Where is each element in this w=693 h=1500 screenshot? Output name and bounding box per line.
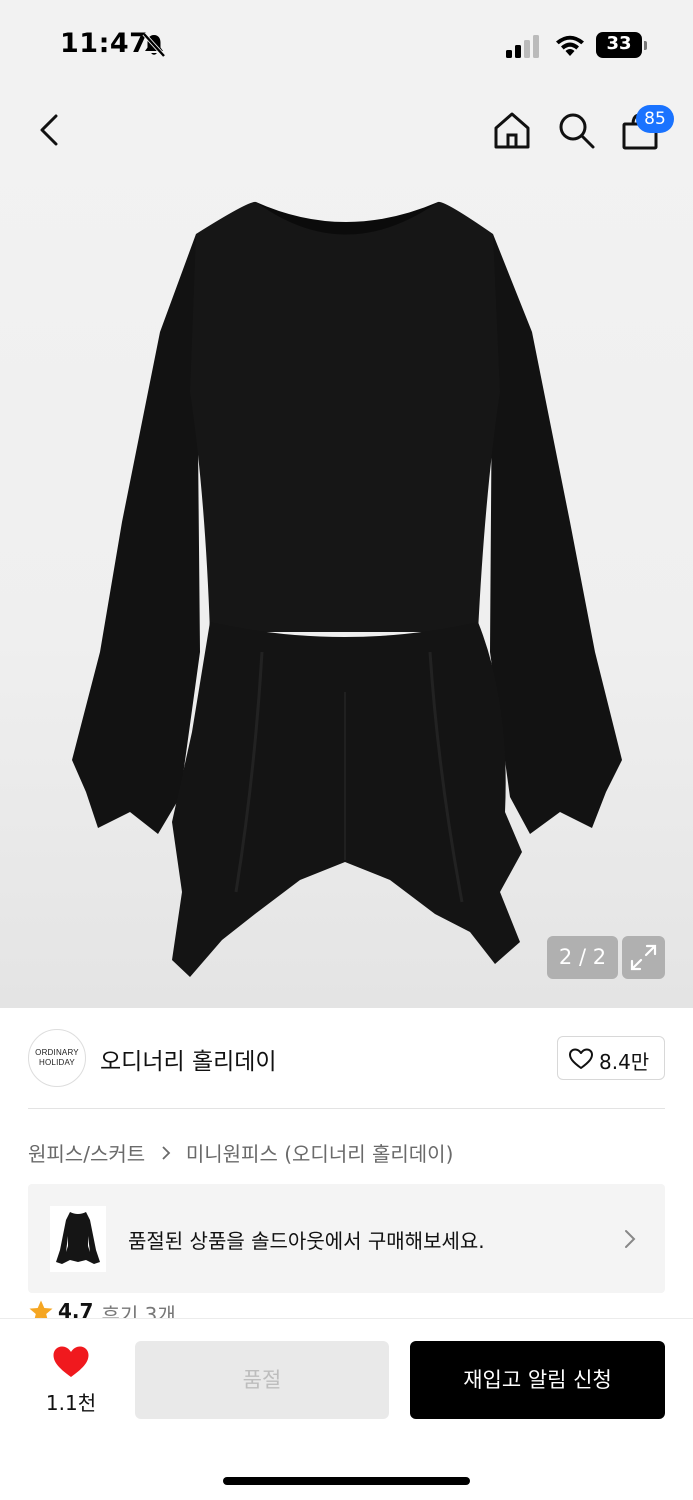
wifi-icon <box>556 35 584 56</box>
wish-count: 1.1천 <box>45 1391 97 1415</box>
expand-icon <box>630 944 657 971</box>
heart-filled-icon[interactable] <box>52 1345 90 1379</box>
breadcrumb-category[interactable]: 원피스/스커트 <box>28 1142 145 1166</box>
battery-indicator: 33 <box>596 32 648 58</box>
divider <box>28 1108 665 1109</box>
bottom-action-bar: 1.1천 품절 재입고 알림 신청 <box>0 1318 693 1500</box>
chevron-right-icon <box>161 1145 170 1160</box>
home-icon[interactable] <box>490 108 534 152</box>
battery-tip <box>644 41 647 50</box>
dress-photo <box>72 201 622 977</box>
cellular-signal-icon <box>506 35 539 58</box>
cart-count-badge: 85 <box>636 105 674 133</box>
bell-muted-icon <box>142 32 166 58</box>
brand-logo-line1: ORDINARY <box>35 1048 79 1057</box>
home-indicator <box>223 1477 470 1485</box>
brand-logo-line2: HOLIDAY <box>39 1058 75 1067</box>
soldout-banner[interactable]: 품절된 상품을 솔드아웃에서 구매해보세요. <box>28 1184 665 1293</box>
back-icon[interactable] <box>32 108 68 152</box>
brand-like-button[interactable]: 8.4만 <box>557 1036 665 1080</box>
search-icon[interactable] <box>554 108 598 152</box>
product-image[interactable] <box>0 92 693 1008</box>
soldout-banner-text: 품절된 상품을 솔드아웃에서 구매해보세요. <box>128 1229 485 1253</box>
banner-product-thumbnail <box>50 1206 106 1272</box>
breadcrumb: 원피스/스커트 미니원피스 (오디너리 홀리데이) <box>28 1138 453 1168</box>
expand-button[interactable] <box>622 936 665 979</box>
soldout-button: 품절 <box>135 1341 389 1419</box>
status-time: 11:47 <box>60 28 149 59</box>
battery-level: 33 <box>606 33 632 54</box>
brand-like-count: 8.4만 <box>599 1050 650 1074</box>
breadcrumb-subcategory[interactable]: 미니원피스 (오디너리 홀리데이) <box>186 1142 454 1166</box>
brand-row: ORDINARY HOLIDAY 오디너리 홀리데이 8.4만 <box>0 1008 693 1108</box>
status-bar: 11:47 33 <box>0 0 693 92</box>
chevron-right-icon <box>625 1230 636 1248</box>
brand-logo[interactable]: ORDINARY HOLIDAY <box>28 1029 86 1087</box>
image-counter: 2 / 2 <box>547 936 618 979</box>
heart-outline-icon <box>569 1048 593 1069</box>
brand-name[interactable]: 오디너리 홀리데이 <box>100 1042 277 1076</box>
restock-alert-button[interactable]: 재입고 알림 신청 <box>410 1341 665 1419</box>
